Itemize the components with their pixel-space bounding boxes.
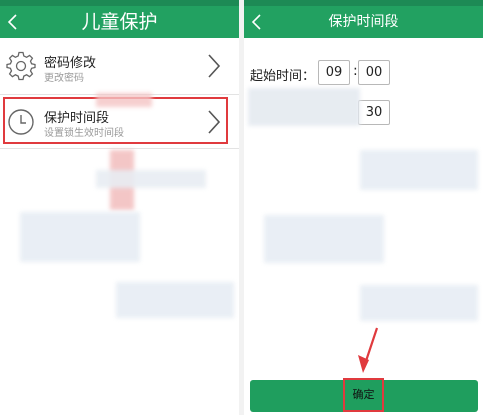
title-bar: 保护时间段 (244, 6, 483, 38)
confirm-button-label[interactable]: 确定 (345, 380, 382, 410)
redaction-block (264, 215, 384, 263)
annotation-arrow (358, 327, 379, 373)
start-hour-field[interactable]: 09 (318, 60, 350, 85)
list-item-password[interactable]: 密码修改 更改密码 (0, 38, 239, 94)
redaction-block (96, 93, 152, 107)
page-title: 保护时间段 (328, 14, 399, 30)
redaction-block (96, 170, 206, 188)
redaction-block (248, 88, 360, 126)
confirm-button-highlight: 确定 (343, 378, 384, 412)
time-colon: : (353, 63, 358, 79)
left-screen: 儿童保护 密码修改 更改密码 保护时间段 设置锁生效时间段 (0, 0, 239, 415)
start-time-label: 起始时间： (250, 69, 316, 84)
redaction-block (360, 285, 478, 321)
chevron-right-icon (208, 54, 221, 78)
end-minute-field[interactable]: 30 (358, 100, 390, 125)
redaction-block (116, 282, 234, 318)
redaction-block (20, 212, 140, 262)
redaction-block (360, 150, 478, 190)
page-title: 儿童保护 (81, 11, 158, 33)
divider-line (0, 148, 239, 149)
right-screen: 保护时间段 起始时间： 09 : 00 30 确定 (244, 0, 483, 415)
start-minute-field[interactable]: 00 (358, 60, 390, 85)
title-bar: 儿童保护 (0, 6, 239, 38)
gear-icon (6, 51, 36, 81)
item-subtitle: 更改密码 (44, 73, 84, 84)
